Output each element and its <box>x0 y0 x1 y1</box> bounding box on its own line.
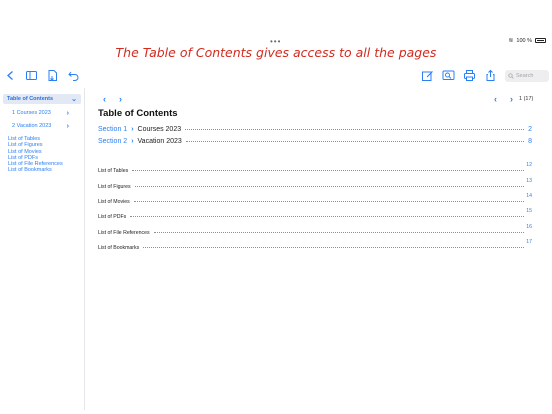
sidebar-item-section-1[interactable]: 1 Courses 2023 › <box>12 110 69 117</box>
toc-list-row[interactable]: List of Movies 14 <box>98 193 534 205</box>
toc-page-link[interactable]: 17 <box>526 239 532 245</box>
dot-leader <box>130 216 525 217</box>
history-forward-icon[interactable]: › <box>119 94 122 104</box>
dot-leader <box>153 232 525 233</box>
toc-section-number: Section 2 <box>98 138 128 145</box>
chevron-down-icon[interactable]: ⌄ <box>71 95 77 103</box>
sidebar-item-label: 2 Vacation 2023 <box>12 123 52 129</box>
toc-list-label: List of Tables <box>98 168 129 174</box>
sidebar-links: List of Tables List of Figures List of M… <box>8 136 63 174</box>
toc-list-row[interactable]: List of Bookmarks 17 <box>98 239 534 251</box>
page-nav: ‹ › 1 (17) <box>494 94 533 104</box>
search-placeholder: Search <box>516 72 534 79</box>
sidebar-icon[interactable] <box>25 69 38 82</box>
document-title: Table of Contents <box>98 108 178 119</box>
page-prev-icon[interactable]: ‹ <box>494 94 497 104</box>
battery-text: 100 % <box>516 37 532 44</box>
chevron-right-icon: › <box>131 138 134 145</box>
toc-section-number: Section 1 <box>98 126 128 133</box>
search-icon <box>508 72 514 79</box>
toc-list-row[interactable]: List of File References 16 <box>98 224 534 236</box>
wifi-icon: ≋ <box>508 38 514 44</box>
dot-leader <box>143 247 525 248</box>
dot-leader <box>185 129 525 130</box>
toc-list-row[interactable]: List of Tables 12 <box>98 162 534 174</box>
toc-page-link[interactable]: 8 <box>528 138 532 145</box>
document-icon[interactable] <box>46 69 59 82</box>
toolbar-right: Search <box>421 69 549 82</box>
sidebar-toc-header[interactable]: Table of Contents ⌄ <box>3 94 81 104</box>
history-back-icon[interactable]: ‹ <box>103 94 106 104</box>
dot-leader <box>185 141 525 142</box>
toc-page-link[interactable]: 14 <box>526 193 532 199</box>
page-count: 1 (17) <box>519 96 534 102</box>
banner-caption: The Table of Contents gives access to al… <box>115 45 437 60</box>
toc-section-row[interactable]: Section 1 › Courses 2023 2 <box>98 126 534 133</box>
chevron-right-icon[interactable]: › <box>67 110 69 117</box>
history-nav: ‹ › <box>103 94 122 104</box>
toolbar-left <box>4 69 80 82</box>
sidebar-toc-label: Table of Contents <box>7 96 54 102</box>
dot-leader <box>132 170 525 171</box>
sidebar: Table of Contents ⌄ 1 Courses 2023 › 2 V… <box>0 88 85 410</box>
toc-list-label: List of PDFs <box>98 214 127 220</box>
toc-list-label: List of Figures <box>98 184 131 190</box>
sidebar-item-label: 1 Courses 2023 <box>12 110 51 116</box>
toc-section-name: Vacation 2023 <box>137 138 182 145</box>
dot-leader <box>134 186 525 187</box>
chevron-right-icon: › <box>131 126 134 133</box>
toc-list-label: List of Movies <box>98 199 130 205</box>
toc-page-link[interactable]: 12 <box>526 162 532 168</box>
print-icon[interactable] <box>463 69 476 82</box>
battery-icon <box>535 38 546 43</box>
toc-page-link[interactable]: 15 <box>526 208 532 214</box>
undo-icon[interactable] <box>67 69 80 82</box>
back-icon[interactable] <box>4 69 17 82</box>
page-next-icon[interactable]: › <box>510 94 513 104</box>
edit-icon[interactable] <box>421 69 434 82</box>
toc-list-row[interactable]: List of Figures 13 <box>98 178 534 190</box>
toc-section-name: Courses 2023 <box>137 126 182 133</box>
share-icon[interactable] <box>484 69 497 82</box>
sidebar-item-section-2[interactable]: 2 Vacation 2023 › <box>12 123 69 130</box>
status-bar: ≋ 100 % <box>508 37 546 44</box>
toc-page-link[interactable]: 16 <box>526 224 532 230</box>
dot-leader <box>133 201 525 202</box>
toc-list-row[interactable]: List of PDFs 15 <box>98 208 534 220</box>
contents-icon[interactable] <box>442 69 455 82</box>
toc-page-link[interactable]: 2 <box>528 126 532 133</box>
toc-list-label: List of Bookmarks <box>98 245 140 251</box>
toc-section-row[interactable]: Section 2 › Vacation 2023 8 <box>98 138 534 145</box>
toc-page-link[interactable]: 13 <box>526 178 532 184</box>
sidebar-link-bookmarks[interactable]: List of Bookmarks <box>8 167 63 173</box>
search-input[interactable]: Search <box>505 69 549 82</box>
chevron-right-icon[interactable]: › <box>67 123 69 130</box>
toc-list-label: List of File References <box>98 230 150 236</box>
